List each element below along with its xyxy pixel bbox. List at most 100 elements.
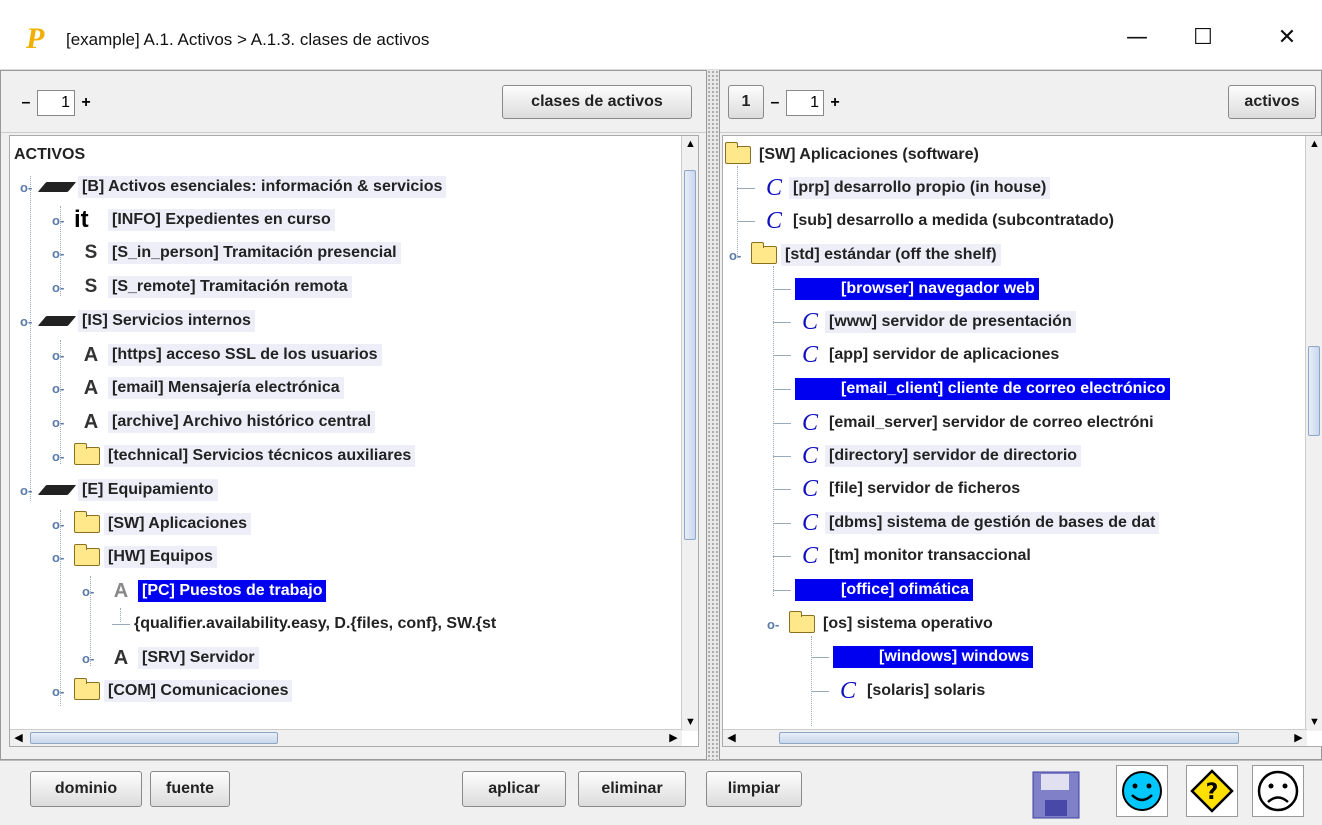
scroll-right-icon[interactable]: ▶ (665, 730, 682, 746)
expand-handle-icon[interactable]: o- (52, 449, 74, 464)
expand-handle-icon[interactable]: o- (52, 517, 74, 532)
save-icon[interactable] (1030, 769, 1082, 821)
tree-item[interactable]: o- [B] Activos esenciales: información & … (20, 172, 447, 202)
maximize-button[interactable]: ☐ (1178, 18, 1228, 58)
expand-handle-icon[interactable]: o- (729, 248, 751, 263)
dominio-button[interactable]: dominio (30, 771, 142, 807)
scroll-right-icon[interactable]: ▶ (1290, 730, 1307, 746)
expand-handle-icon[interactable]: o- (767, 617, 789, 632)
scroll-up-icon[interactable]: ▲ (682, 136, 698, 153)
tree-item-label: [B] Activos esenciales: información & se… (78, 176, 447, 198)
aplicar-button[interactable]: aplicar (462, 771, 566, 807)
scroll-down-icon[interactable]: ▼ (1306, 714, 1322, 731)
expand-handle-icon[interactable]: o- (52, 415, 74, 430)
tree-item[interactable]: C [solaris] solaris (811, 676, 990, 706)
tree-item-selected[interactable]: o- A [PC] Puestos de trabajo (82, 576, 327, 606)
tree-item[interactable]: o- [COM] Comunicaciones (52, 676, 293, 706)
minimize-button[interactable]: — (1112, 18, 1162, 58)
right-horizontal-scrollbar[interactable]: ◀ ▶ (723, 729, 1307, 746)
left-pager-plus[interactable]: + (79, 94, 93, 112)
tree-item[interactable]: o- S [S_remote] Tramitación remota (52, 272, 352, 302)
question-diamond-icon[interactable]: ? (1186, 765, 1238, 817)
right-vertical-scrollbar[interactable]: ▲ ▼ (1305, 136, 1322, 731)
folder-icon (74, 678, 100, 700)
tree-item-label: [PC] Puestos de trabajo (138, 580, 327, 602)
expand-handle-icon[interactable]: o- (20, 180, 42, 195)
tree-item[interactable]: o-it [INFO] Expedientes en curso (52, 205, 335, 235)
tree-item[interactable]: [SW] Aplicaciones (software) (725, 140, 983, 170)
left-pager-input[interactable]: 1 (37, 90, 75, 116)
tree-item-selected[interactable]: [windows] windows (811, 642, 1034, 672)
right-pane: 1 – 1 + activos [SW] Aplicaciones (softw… (719, 70, 1322, 760)
right-pager-minus[interactable]: – (768, 94, 782, 112)
fuente-button[interactable]: fuente (150, 771, 230, 807)
tree-item[interactable]: o- [IS] Servicios internos (20, 306, 255, 336)
smiley-happy-icon[interactable] (1116, 765, 1168, 817)
level-button[interactable]: 1 (728, 85, 764, 119)
folder-icon (74, 511, 100, 533)
tree-item[interactable]: o- [std] estándar (off the shelf) (729, 240, 1001, 270)
scroll-up-icon[interactable]: ▲ (1306, 136, 1322, 153)
tree-item-selected[interactable]: [browser] navegador web (773, 274, 1039, 304)
limpiar-button[interactable]: limpiar (706, 771, 802, 807)
scroll-thumb[interactable] (684, 170, 696, 540)
tree-item[interactable]: C [app] servidor de aplicaciones (773, 340, 1064, 370)
tree-item[interactable]: o- [SW] Aplicaciones (52, 509, 251, 539)
pane-splitter[interactable] (707, 70, 719, 760)
tree-item[interactable]: C [email_server] servidor de correo elect… (773, 408, 1158, 438)
clases-de-activos-button[interactable]: clases de activos (502, 85, 692, 119)
tree-item[interactable]: o- [HW] Equipos (52, 542, 217, 572)
right-pager-input[interactable]: 1 (786, 90, 824, 116)
scroll-thumb[interactable] (1308, 346, 1320, 436)
tree-item[interactable]: {qualifier.availability.easy, D.{files, … (112, 609, 496, 639)
close-button[interactable]: ✕ (1262, 18, 1312, 58)
tree-item-selected[interactable]: [office] ofimática (773, 575, 974, 605)
activos-button[interactable]: activos (1228, 85, 1316, 119)
tree-item[interactable]: o- A [SRV] Servidor (82, 643, 259, 673)
tree-item-label: [os] sistema operativo (819, 613, 997, 635)
expand-handle-icon[interactable]: o- (82, 651, 104, 666)
scroll-down-icon[interactable]: ▼ (682, 714, 698, 731)
tree-item[interactable]: o- [E] Equipamiento (20, 475, 218, 505)
expand-handle-icon[interactable]: o- (52, 348, 74, 363)
smiley-sad-icon[interactable] (1252, 765, 1304, 817)
left-pager-minus[interactable]: – (19, 94, 33, 112)
tree-item[interactable]: C [prp] desarrollo propio (in house) (737, 173, 1051, 203)
expand-handle-icon[interactable]: o- (20, 314, 42, 329)
tree-item[interactable]: o- [technical] Servicios técnicos auxilia… (52, 441, 416, 471)
tree-item-label: [technical] Servicios técnicos auxiliare… (104, 445, 416, 467)
tree-item[interactable]: o- A [https] acceso SSL de los usuarios (52, 340, 382, 370)
expand-handle-icon[interactable]: o- (52, 381, 74, 396)
expand-handle-icon[interactable]: o- (52, 246, 74, 261)
tree-item[interactable]: C [sub] desarrollo a medida (subcontratad… (737, 206, 1118, 236)
open-folder-icon (74, 544, 100, 566)
scroll-thumb[interactable] (30, 732, 278, 744)
right-pager-plus[interactable]: + (828, 94, 842, 112)
expand-handle-icon[interactable]: o- (82, 584, 104, 599)
scroll-thumb[interactable] (779, 732, 1239, 744)
tree-item-label: [std] estándar (off the shelf) (781, 244, 1001, 266)
tree-item[interactable]: o- S [S_in_person] Tramitación presencial (52, 238, 401, 268)
scroll-left-icon[interactable]: ◀ (10, 730, 27, 746)
tree-item-selected[interactable]: [email_client] cliente de correo electró… (773, 374, 1170, 404)
expand-handle-icon[interactable]: o- (52, 213, 74, 228)
tree-item[interactable]: C [tm] monitor transaccional (773, 541, 1035, 571)
tree-item[interactable]: o- A [email] Mensajería electrónica (52, 373, 344, 403)
tree-item[interactable]: o- A [archive] Archivo histórico central (52, 407, 376, 437)
tree-root[interactable]: ACTIVOS (14, 140, 85, 170)
expand-handle-icon[interactable]: o- (52, 684, 74, 699)
tree-item[interactable]: C [directory] servidor de directorio (773, 441, 1082, 471)
expand-handle-icon[interactable]: o- (52, 280, 74, 295)
tree-item[interactable]: C [www] servidor de presentación (773, 307, 1076, 337)
tree-item[interactable]: C [file] servidor de ficheros (773, 474, 1025, 504)
scroll-left-icon[interactable]: ◀ (723, 730, 740, 746)
expand-handle-icon[interactable]: o- (20, 483, 42, 498)
left-pager: – 1 + (19, 89, 93, 117)
left-vertical-scrollbar[interactable]: ▲ ▼ (681, 136, 698, 731)
eliminar-button[interactable]: eliminar (578, 771, 686, 807)
expand-handle-icon[interactable]: o- (52, 550, 74, 565)
tree-item[interactable]: o- [os] sistema operativo (767, 609, 997, 639)
left-horizontal-scrollbar[interactable]: ◀ ▶ (10, 729, 682, 746)
tree-item-label: [SW] Aplicaciones (software) (755, 144, 983, 166)
tree-item[interactable]: C [dbms] sistema de gestión de bases de d… (773, 508, 1160, 538)
